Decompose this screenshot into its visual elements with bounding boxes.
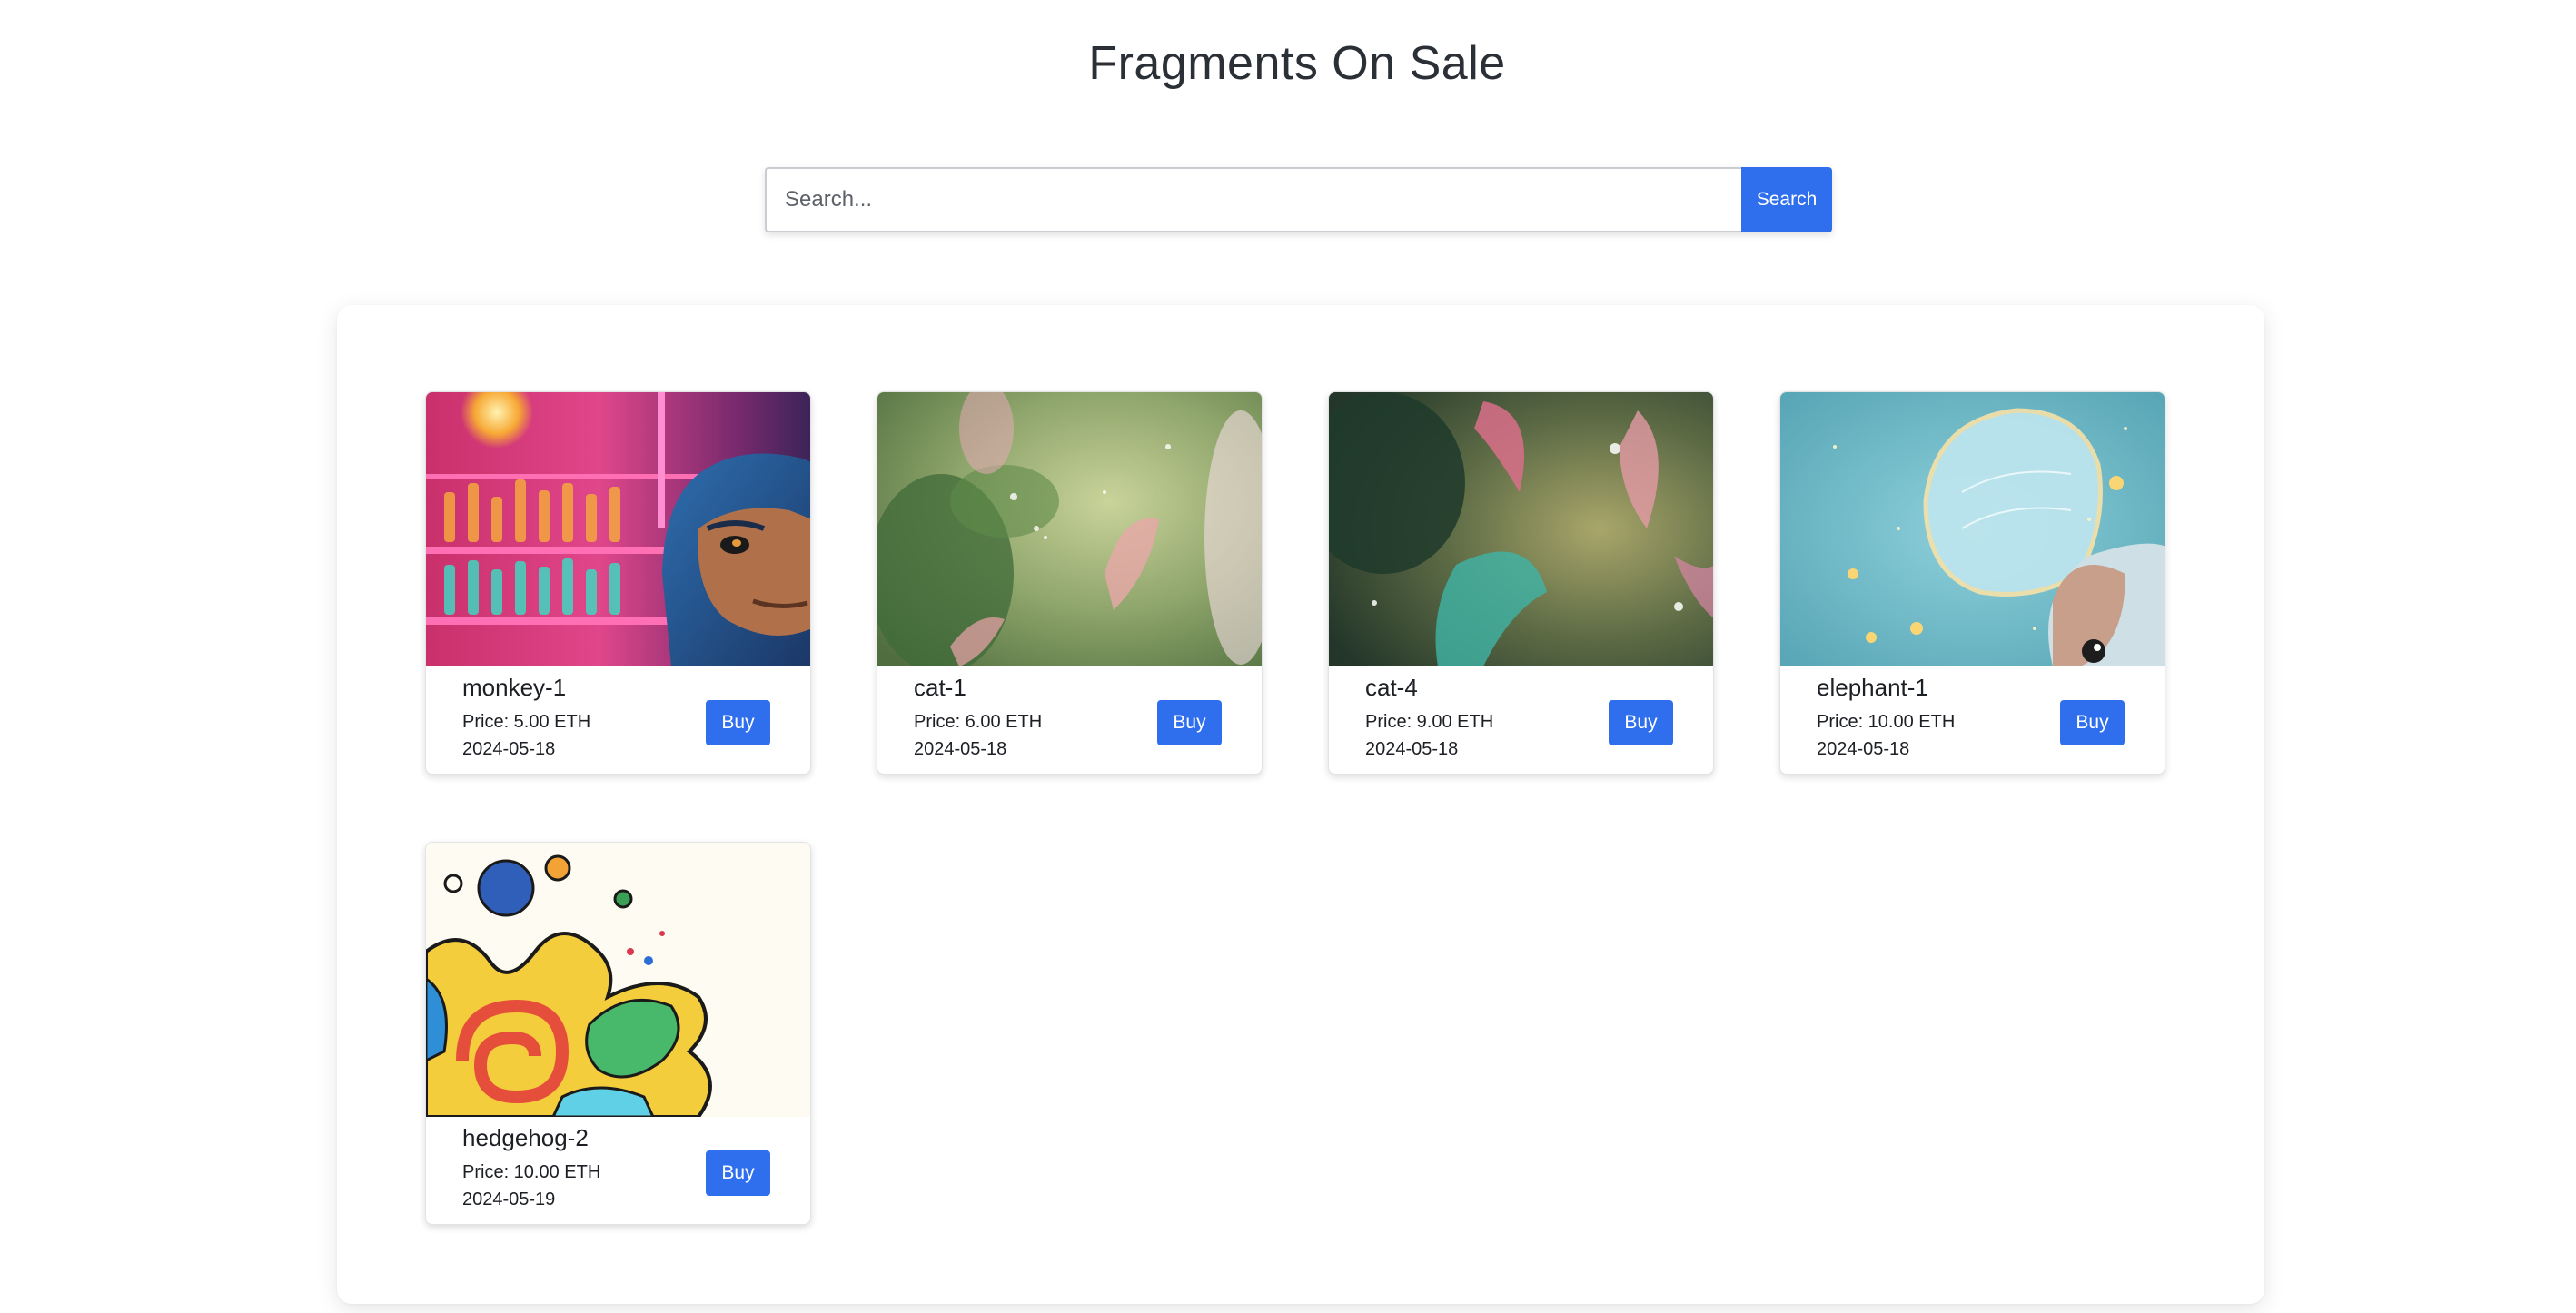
buy-button[interactable]: Buy xyxy=(706,1150,770,1196)
fragment-name: hedgehog-2 xyxy=(462,1124,589,1151)
fragment-name: cat-1 xyxy=(914,674,966,701)
search-input[interactable] xyxy=(765,167,1741,232)
fragment-image-hedgehog[interactable] xyxy=(426,843,810,1117)
fragment-name: cat-4 xyxy=(1365,674,1418,701)
fragment-price: Price: 10.00 ETH xyxy=(462,1162,601,1182)
fragment-price: Price: 9.00 ETH xyxy=(1365,712,1494,732)
buy-button[interactable]: Buy xyxy=(1609,700,1673,745)
fragment-date: 2024-05-18 xyxy=(1817,739,1910,759)
fragment-name: elephant-1 xyxy=(1817,674,1928,701)
fragment-name: monkey-1 xyxy=(462,674,567,701)
fragments-gallery: monkey-1 Price: 5.00 ETH 2024-05-18 Buy xyxy=(337,305,2264,1304)
page-title: Fragments On Sale xyxy=(1088,37,1506,90)
buy-button[interactable]: Buy xyxy=(1157,700,1222,745)
fragment-image-cat-4[interactable] xyxy=(1329,392,1713,666)
buy-button[interactable]: Buy xyxy=(2060,700,2125,745)
fragment-price: Price: 10.00 ETH xyxy=(1817,712,1956,732)
fragment-image-cat-1[interactable] xyxy=(877,392,1262,666)
buy-button[interactable]: Buy xyxy=(706,700,770,745)
fragment-card: hedgehog-2 Price: 10.00 ETH 2024-05-19 B… xyxy=(425,842,811,1225)
fragment-price: Price: 6.00 ETH xyxy=(914,712,1043,732)
search-bar: Search xyxy=(765,167,1832,232)
fragment-card: elephant-1 Price: 10.00 ETH 2024-05-18 B… xyxy=(1779,391,2165,775)
fragments-page: Fragments On Sale Search... Search monke… xyxy=(0,0,2576,1313)
search-button[interactable]: Search xyxy=(1741,167,1832,232)
fragment-date: 2024-05-19 xyxy=(462,1190,556,1209)
fragment-image-monkey[interactable] xyxy=(426,392,810,666)
fragment-date: 2024-05-18 xyxy=(462,739,556,759)
fragment-date: 2024-05-18 xyxy=(1365,739,1459,759)
fragment-card: monkey-1 Price: 5.00 ETH 2024-05-18 Buy xyxy=(425,391,811,775)
fragment-image-elephant[interactable] xyxy=(1780,392,2165,666)
fragment-card: cat-1 Price: 6.00 ETH 2024-05-18 Buy xyxy=(877,391,1263,775)
fragment-card: cat-4 Price: 9.00 ETH 2024-05-18 Buy xyxy=(1328,391,1714,775)
fragment-date: 2024-05-18 xyxy=(914,739,1007,759)
fragment-price: Price: 5.00 ETH xyxy=(462,712,591,732)
